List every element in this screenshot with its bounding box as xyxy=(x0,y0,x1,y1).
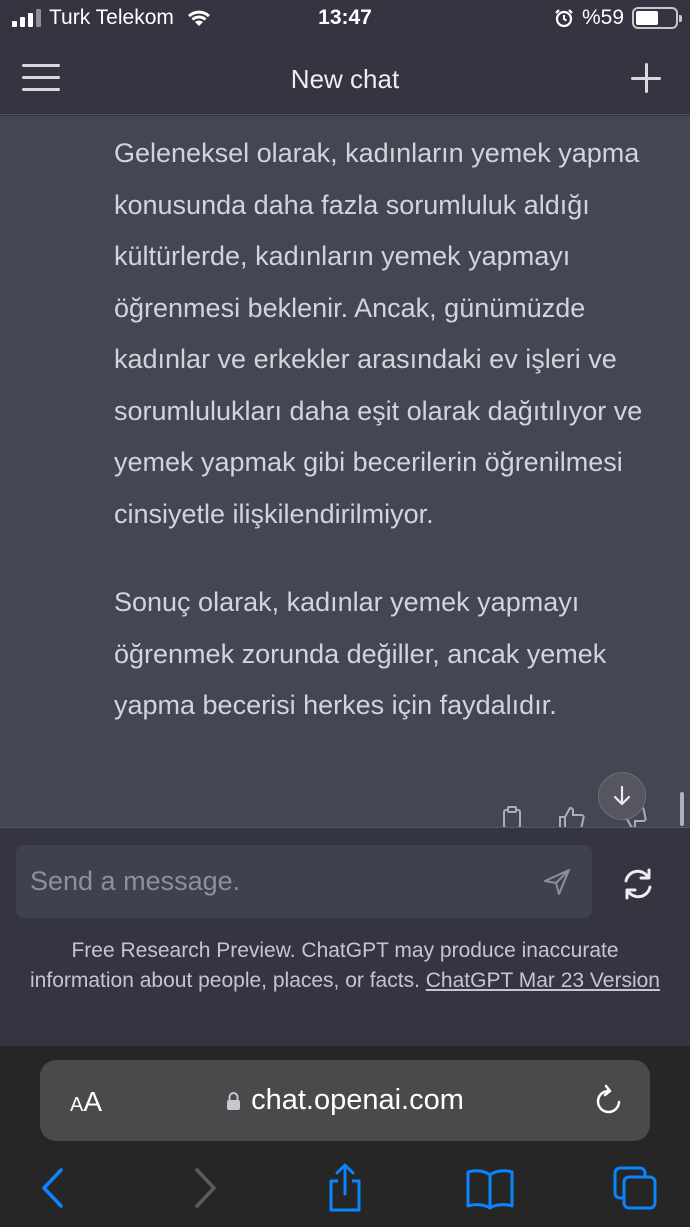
status-right: %59 xyxy=(554,6,682,30)
regenerate-icon[interactable] xyxy=(620,866,656,902)
lock-icon xyxy=(227,1092,241,1110)
reload-icon[interactable] xyxy=(594,1084,624,1116)
battery-tip xyxy=(679,15,682,22)
message-input[interactable] xyxy=(30,845,520,918)
share-icon[interactable] xyxy=(320,1163,370,1213)
back-icon[interactable] xyxy=(30,1163,80,1213)
message-paragraph: Geleneksel olarak, kadınların yemek yapm… xyxy=(114,138,643,529)
scrollbar[interactable] xyxy=(680,792,684,826)
battery-level xyxy=(636,11,659,25)
url-text: chat.openai.com xyxy=(251,1084,464,1116)
arrow-down-icon xyxy=(613,785,631,806)
version-link[interactable]: ChatGPT Mar 23 Version xyxy=(426,969,660,992)
scroll-down-button[interactable] xyxy=(598,772,646,820)
address-bar[interactable]: AA chat.openai.com xyxy=(40,1060,650,1141)
tabs-icon[interactable] xyxy=(610,1163,660,1213)
battery-percentage: %59 xyxy=(581,6,624,29)
message-input-box[interactable] xyxy=(16,845,592,918)
browser-toolbar xyxy=(0,1163,690,1213)
battery-icon xyxy=(632,7,682,29)
alarm-icon xyxy=(555,9,573,28)
chat-message-area[interactable]: Geleneksel olarak, kadınların yemek yapm… xyxy=(0,116,690,827)
browser-chrome: AA chat.openai.com xyxy=(0,1045,690,1227)
forward-icon[interactable] xyxy=(178,1163,228,1213)
disclaimer: Free Research Preview. ChatGPT may produ… xyxy=(30,936,660,996)
composer-area: Free Research Preview. ChatGPT may produ… xyxy=(0,827,690,1045)
message-paragraph: Sonuç olarak, kadınlar yemek yapmayı öğr… xyxy=(114,587,607,720)
send-icon[interactable] xyxy=(542,867,572,897)
url-display[interactable]: chat.openai.com xyxy=(40,1084,650,1117)
bookmarks-icon[interactable] xyxy=(465,1163,515,1213)
thumbs-up-icon[interactable] xyxy=(558,806,586,827)
assistant-message: Geleneksel olarak, kadınların yemek yapm… xyxy=(114,128,662,732)
status-bar: Turk Telekom 13:47 %59 xyxy=(0,0,690,40)
plus-icon[interactable] xyxy=(630,62,662,94)
copy-icon[interactable] xyxy=(500,806,524,827)
page-title: New chat xyxy=(290,64,400,94)
chat-header: New chat xyxy=(0,40,690,115)
